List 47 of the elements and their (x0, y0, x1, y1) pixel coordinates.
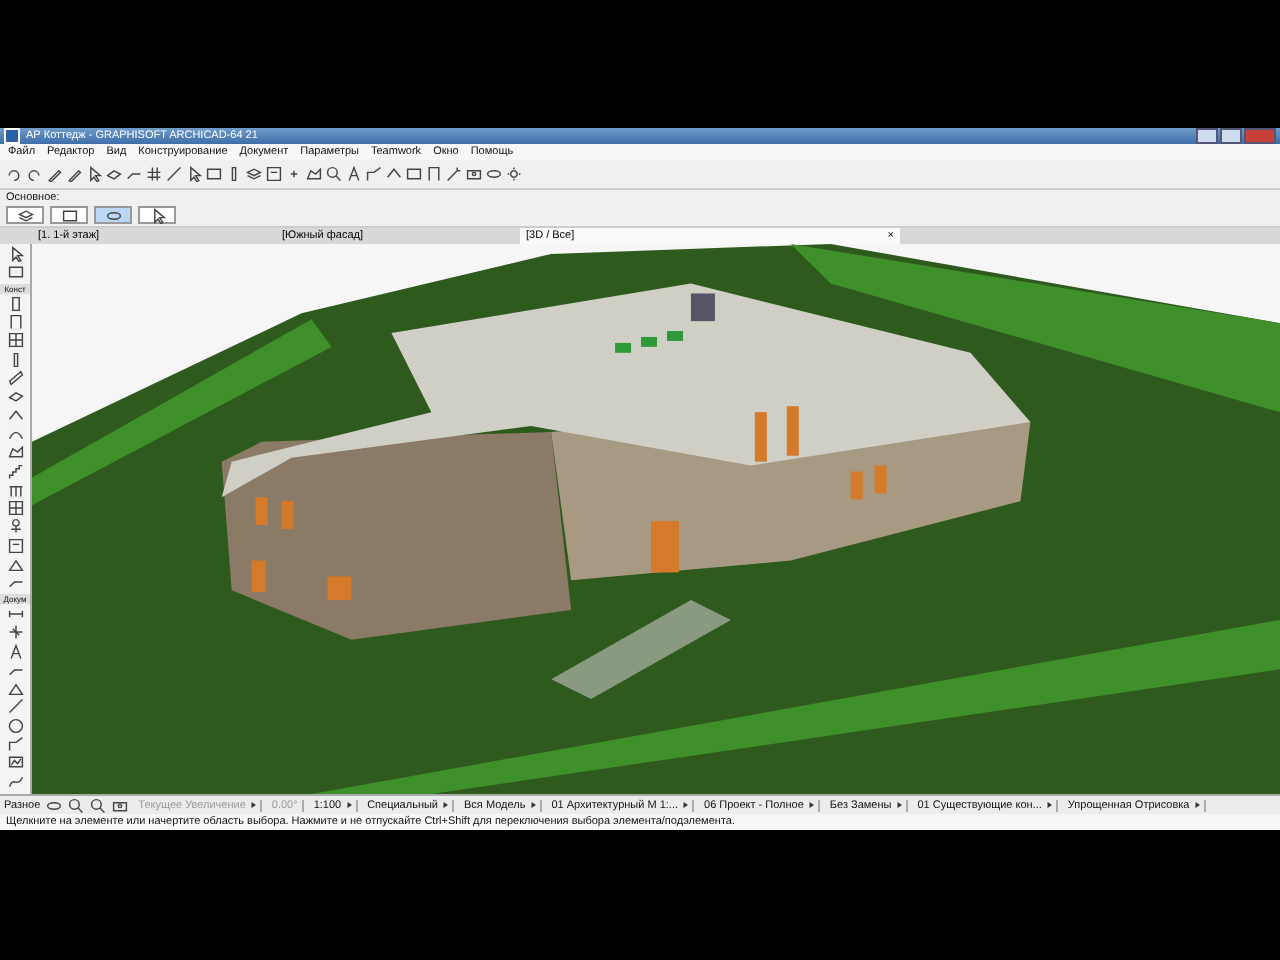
text-icon[interactable] (7, 643, 23, 660)
line-icon[interactable] (7, 698, 23, 715)
pointer-icon[interactable] (7, 246, 23, 262)
line-icon[interactable] (166, 166, 182, 182)
caret-icon (345, 802, 352, 808)
zoom-icon[interactable] (68, 797, 85, 813)
caret-icon (1193, 802, 1200, 808)
pointer-icon[interactable] (86, 166, 102, 182)
zoom-icon[interactable] (326, 166, 342, 182)
selection-toggle[interactable] (94, 206, 132, 224)
caret-icon (442, 802, 449, 808)
spline-icon[interactable] (7, 773, 23, 790)
pointer-icon[interactable] (149, 207, 165, 223)
caret-icon (529, 802, 536, 808)
picture-icon[interactable] (7, 754, 23, 771)
caret-icon (682, 802, 689, 808)
caret-icon (807, 802, 814, 808)
maximize-button[interactable] (1220, 128, 1242, 144)
stair-icon[interactable] (7, 463, 23, 480)
camera-icon[interactable] (112, 797, 129, 813)
caret-icon (895, 802, 902, 808)
layer-dropdown[interactable] (6, 206, 44, 224)
geometry-dropdown[interactable] (50, 206, 88, 224)
window-icon[interactable] (7, 500, 23, 517)
minimize-button[interactable] (1196, 128, 1218, 144)
text-icon[interactable] (346, 166, 362, 182)
window-icon[interactable] (7, 332, 23, 349)
camera-icon[interactable] (466, 166, 482, 182)
layer-icon[interactable] (17, 207, 33, 223)
dimension-icon[interactable] (7, 605, 23, 622)
railing-icon[interactable] (7, 481, 23, 498)
pointer-icon[interactable] (186, 166, 202, 182)
polyline-icon[interactable] (7, 736, 23, 753)
pointer-dropdown[interactable] (138, 206, 176, 224)
marquee-icon[interactable] (206, 166, 222, 182)
caret-icon (249, 802, 256, 808)
marquee-icon[interactable] (406, 166, 422, 182)
undo-icon[interactable] (6, 166, 22, 182)
redo-icon[interactable] (26, 166, 42, 182)
zoom-icon[interactable] (90, 797, 107, 813)
grid-icon[interactable] (146, 166, 162, 182)
caret-icon (1045, 802, 1052, 808)
marquee-icon[interactable] (7, 264, 23, 281)
marquee-icon[interactable] (61, 207, 77, 223)
polyline-icon[interactable] (366, 166, 382, 182)
layer-icon[interactable] (246, 166, 262, 182)
hotspot-icon[interactable] (286, 166, 302, 182)
